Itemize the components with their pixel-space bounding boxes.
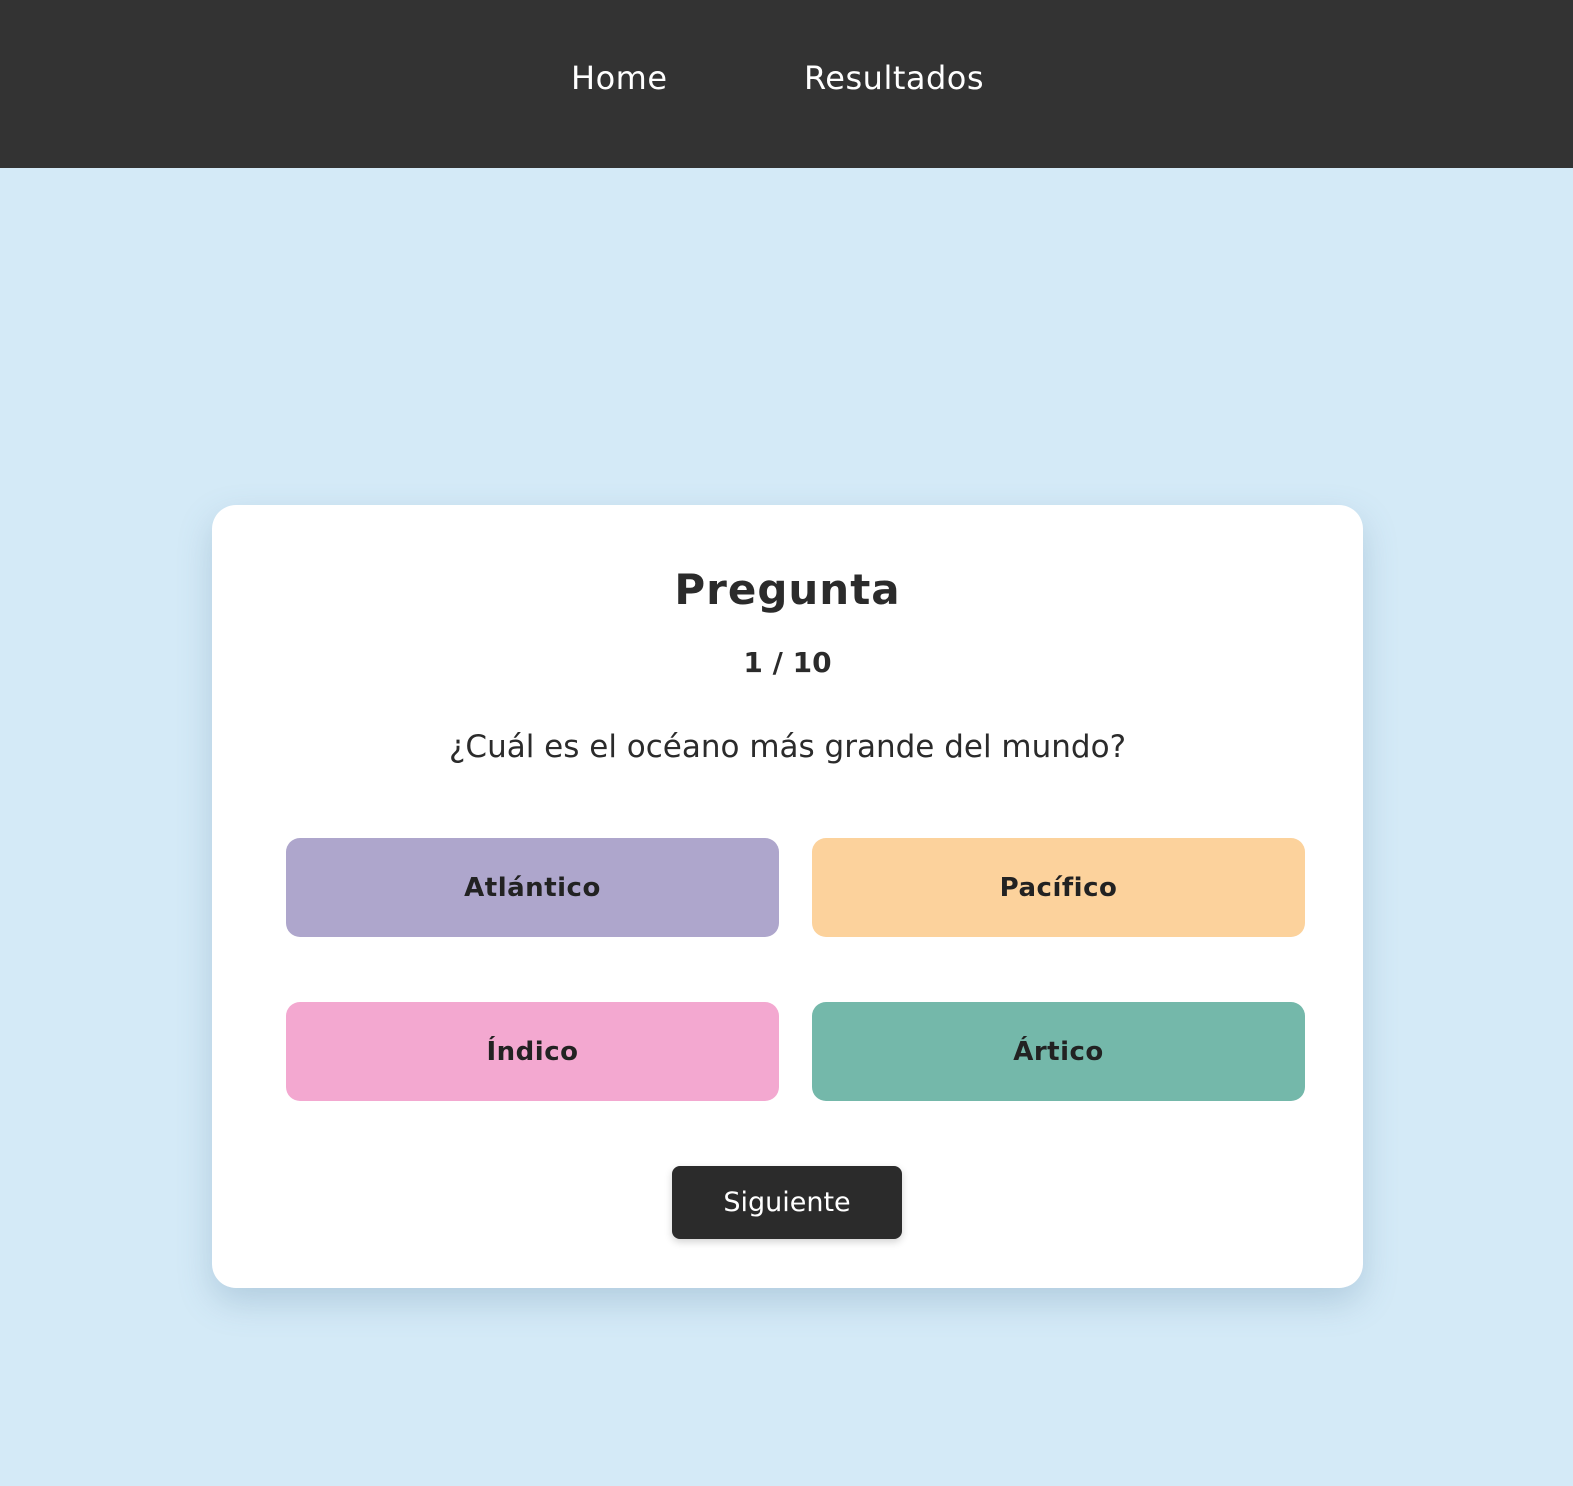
answer-option-atlantico[interactable]: Atlántico — [286, 838, 779, 937]
question-counter: 1 / 10 — [743, 646, 832, 679]
answer-option-indico[interactable]: Índico — [286, 1002, 779, 1101]
question-heading: Pregunta — [674, 565, 901, 614]
answer-option-artico[interactable]: Ártico — [812, 1002, 1305, 1101]
answer-option-pacifico[interactable]: Pacífico — [812, 838, 1305, 937]
question-text: ¿Cuál es el océano más grande del mundo? — [448, 729, 1127, 765]
quiz-card: Pregunta 1 / 10 ¿Cuál es el océano más g… — [212, 505, 1363, 1288]
nav-link-resultados[interactable]: Resultados — [804, 56, 984, 100]
next-button[interactable]: Siguiente — [672, 1166, 902, 1239]
top-navbar: Home Resultados — [0, 0, 1573, 168]
nav-link-home[interactable]: Home — [571, 56, 668, 100]
